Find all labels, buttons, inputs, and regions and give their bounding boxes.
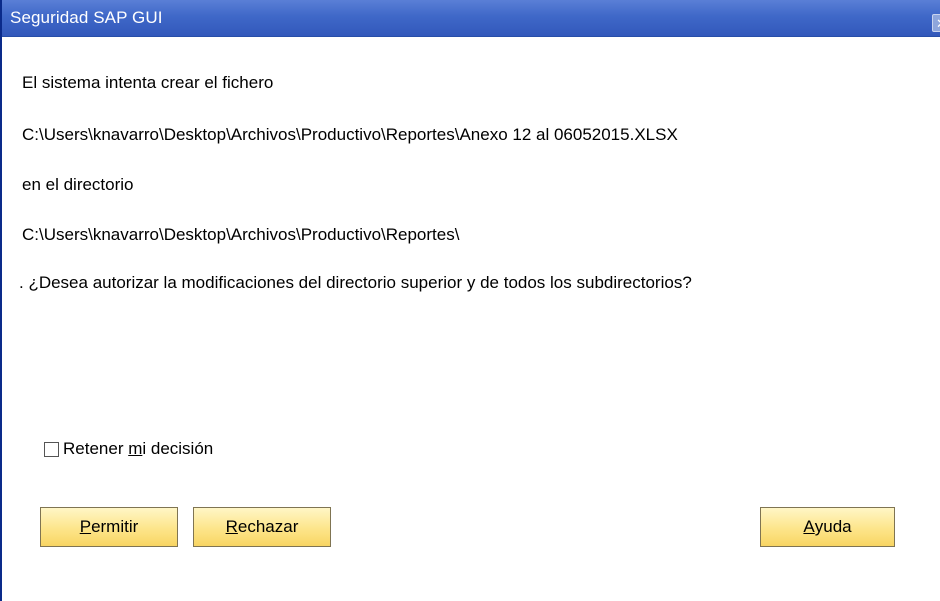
reject-button[interactable]: Rechazar	[193, 507, 331, 547]
help-label: yuda	[814, 517, 852, 536]
window-title: Seguridad SAP GUI	[10, 8, 163, 27]
reject-mnemonic: R	[225, 517, 238, 536]
remember-label-mnemonic: m	[128, 439, 143, 458]
close-icon[interactable]: ✕	[932, 14, 940, 32]
message-file-path: C:\Users\knavarro\Desktop\Archivos\Produ…	[22, 125, 678, 144]
remember-decision-checkbox[interactable]	[44, 441, 59, 457]
remember-label-before: Retener	[63, 439, 129, 458]
reject-label: echazar	[237, 517, 299, 536]
security-dialog: Seguridad SAP GUI ✕ El sistema intenta c…	[0, 0, 940, 601]
allow-button[interactable]: Permitir	[40, 507, 178, 547]
remember-label-after: i decisión	[142, 439, 214, 458]
help-mnemonic: A	[803, 517, 815, 536]
allow-mnemonic: P	[79, 517, 92, 536]
message-line-intro: El sistema intenta crear el fichero	[22, 73, 274, 92]
remember-decision-label[interactable]: Retener mi decisión	[63, 439, 213, 459]
message-question: . ¿Desea autorizar la modificaciones del…	[19, 273, 692, 292]
help-button[interactable]: Ayuda	[760, 507, 895, 547]
message-line-directory: en el directorio	[22, 175, 134, 194]
allow-label: ermitir	[91, 517, 139, 536]
remember-decision-row[interactable]: Retener mi decisión	[44, 438, 213, 460]
message-directory-path: C:\Users\knavarro\Desktop\Archivos\Produ…	[22, 225, 460, 244]
title-bar[interactable]: Seguridad SAP GUI ✕	[2, 0, 940, 37]
